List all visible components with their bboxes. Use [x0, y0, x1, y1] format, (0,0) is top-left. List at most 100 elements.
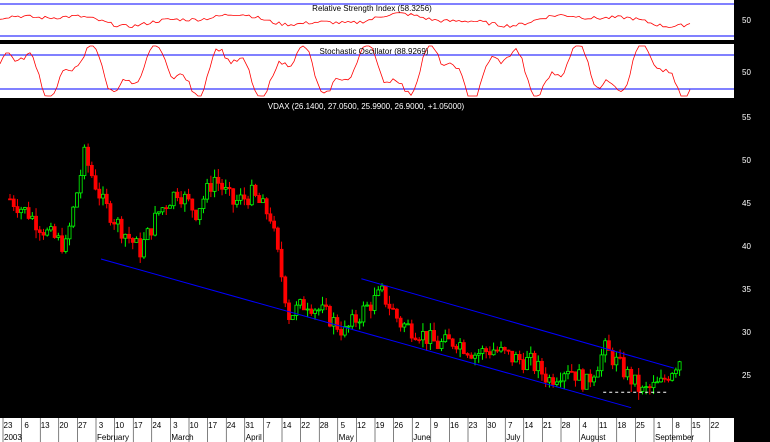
candle-body	[26, 207, 31, 219]
candle-body	[595, 370, 600, 378]
candle-body	[290, 315, 295, 320]
candle-body	[409, 323, 414, 339]
x-tick-label: 8	[675, 421, 680, 430]
candle-body	[543, 373, 548, 383]
candle-body	[101, 193, 105, 199]
candle-body	[599, 354, 604, 372]
candle-body	[580, 369, 585, 390]
candle-body	[127, 233, 131, 239]
candle-body	[435, 340, 440, 349]
candle-body	[428, 330, 433, 344]
candle-body	[56, 235, 61, 238]
candle-body	[63, 238, 68, 252]
candle-body	[298, 299, 303, 306]
x-tick-label: 22	[710, 421, 719, 430]
candle-body	[558, 380, 563, 383]
x-tick-label: 19	[376, 421, 385, 430]
candle-body	[179, 197, 184, 205]
candle-body	[201, 198, 206, 209]
time-axis: 23 6 13 20 27 3 10 17 24 3 10 17 24 31 7 14 22 28 5 12 19 26 2…	[0, 418, 734, 442]
candle-body	[365, 304, 370, 307]
candle-body	[383, 285, 388, 305]
candle-body	[521, 359, 526, 370]
candle-body	[335, 317, 340, 330]
stochastic-panel: Stochastic Oscillator (88.9269) 50	[0, 44, 751, 98]
candle-body	[253, 184, 258, 196]
candle-body	[491, 349, 496, 356]
candle-body	[588, 373, 593, 383]
candle-body	[566, 370, 570, 375]
candle-body	[8, 198, 12, 201]
candle-body	[536, 360, 541, 372]
candle-body	[480, 348, 485, 354]
candle-body	[439, 341, 444, 349]
x-tick-label: 9	[434, 421, 439, 430]
candle-body	[275, 227, 280, 250]
candle-body	[15, 206, 20, 214]
candle-body	[190, 198, 195, 211]
candle-body	[108, 203, 113, 223]
candle-body	[484, 348, 489, 353]
price-panel: VDAX (26.1400, 27.0500, 25.9900, 26.9000…	[0, 100, 751, 418]
x-tick-label: 3	[99, 421, 104, 430]
candle-body	[324, 304, 329, 307]
candle-body	[554, 381, 559, 385]
candle-body	[647, 386, 652, 389]
candle-body	[320, 304, 325, 311]
x-tick-label: 7	[508, 421, 513, 430]
x-tick-label: 31	[245, 421, 254, 430]
price-y-tick: 25	[742, 371, 751, 380]
x-tick-label: 3	[173, 421, 178, 430]
candle-body	[394, 308, 399, 319]
candle-body	[625, 369, 630, 378]
chart-window: Relative Strength Index (58.3256) 50 Sto…	[0, 0, 770, 442]
x-tick-label: 12	[357, 421, 366, 430]
price-y-tick: 35	[742, 285, 751, 294]
candle-body	[235, 199, 239, 205]
candle-body	[547, 377, 552, 383]
candle-body	[391, 307, 396, 310]
candle-body	[130, 237, 135, 243]
candle-body	[458, 342, 463, 350]
x-tick-label: 17	[134, 421, 143, 430]
candle-body	[138, 238, 143, 258]
candle-body	[249, 184, 254, 206]
candle-body	[465, 353, 470, 356]
candle-body	[52, 226, 57, 238]
price-title: VDAX (26.1400, 27.0500, 25.9900, 26.9000…	[268, 102, 465, 111]
x-tick-label: 27	[78, 421, 87, 430]
candle-body	[119, 218, 124, 239]
candle-body	[443, 334, 448, 343]
candle-body	[153, 212, 157, 236]
candle-body	[71, 206, 76, 227]
price-y-tick: 30	[742, 328, 751, 337]
candle-body	[22, 207, 27, 210]
candle-body	[461, 342, 466, 354]
candle-body	[346, 325, 351, 328]
x-tick-label: 7	[266, 421, 271, 430]
x-tick-label: 21	[543, 421, 552, 430]
x-tick-label: 17	[208, 421, 217, 430]
x-tick-label: 16	[450, 421, 459, 430]
candle-body	[517, 354, 522, 361]
stochastic-y-tick: 50	[742, 68, 751, 77]
candle-body	[380, 285, 384, 291]
candle-body	[569, 370, 574, 373]
rsi-panel: Relative Strength Index (58.3256) 50	[0, 0, 751, 40]
candle-body	[621, 357, 626, 378]
candle-body	[636, 374, 641, 392]
candle-body	[573, 371, 578, 381]
candle-body	[19, 208, 24, 214]
month-label: April	[246, 433, 262, 442]
candle-body	[421, 331, 425, 341]
x-tick-label: 1	[657, 421, 662, 430]
candle-body	[220, 182, 224, 190]
candle-body	[261, 198, 265, 204]
candle-body	[123, 233, 128, 239]
candle-body	[495, 349, 500, 352]
candle-body	[268, 213, 273, 222]
candle-body	[279, 248, 284, 278]
x-tick-label: 22	[301, 421, 310, 430]
candle-body	[145, 228, 150, 241]
candle-body	[502, 346, 507, 351]
